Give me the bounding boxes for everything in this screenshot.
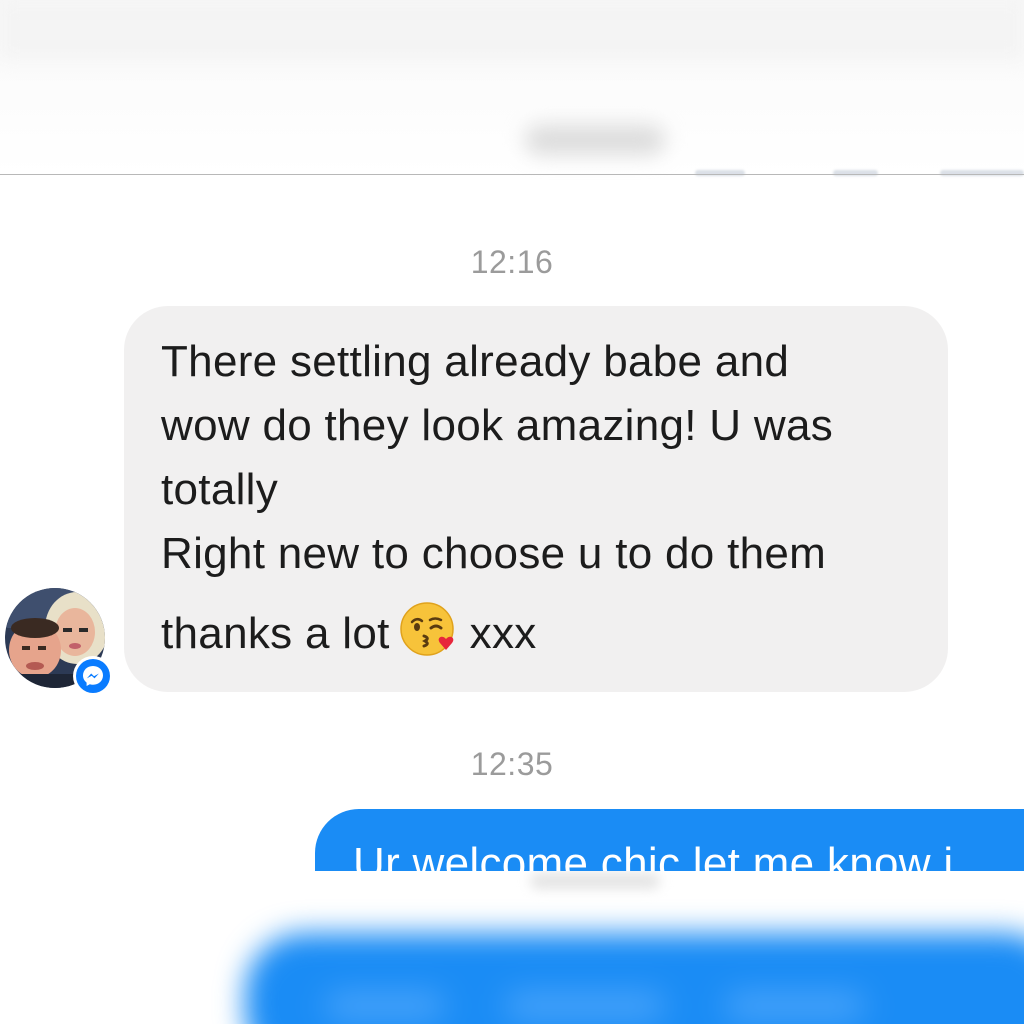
blurred-outgoing-bubble xyxy=(245,933,1024,1024)
message-line: thanks a lot xxx xyxy=(161,600,918,676)
chat-screenshot: 12:16 There settling already babe and wo… xyxy=(0,0,1024,1024)
message-line: totally xyxy=(161,465,279,514)
messenger-icon xyxy=(76,659,110,693)
blurred-background-app xyxy=(0,0,1024,175)
message-line: Right new to choose u to do them xyxy=(161,529,827,578)
sender-avatar[interactable] xyxy=(5,588,113,696)
blurred-title xyxy=(525,125,665,155)
blurred-header-bar xyxy=(0,0,1024,60)
incoming-message-bubble[interactable]: There settling already babe and wow do t… xyxy=(124,306,948,692)
message-text: thanks a lot xyxy=(161,609,390,658)
message-line: There settling already babe and xyxy=(161,337,790,386)
messenger-badge xyxy=(73,656,113,696)
blurred-bottom-area xyxy=(0,871,1024,1024)
face-blowing-a-kiss-emoji xyxy=(399,600,458,676)
outgoing-message-bubble[interactable]: Ur welcome chic let me know i xyxy=(315,809,1024,871)
blurred-smudge xyxy=(530,873,660,889)
message-text: xxx xyxy=(469,609,537,658)
message-text: Ur welcome chic let me know i xyxy=(353,839,954,871)
timestamp: 12:16 xyxy=(470,244,554,280)
message-line: wow do they look amazing! U was xyxy=(161,401,834,450)
timestamp: 12:35 xyxy=(470,746,554,782)
divider-line xyxy=(0,174,1024,175)
